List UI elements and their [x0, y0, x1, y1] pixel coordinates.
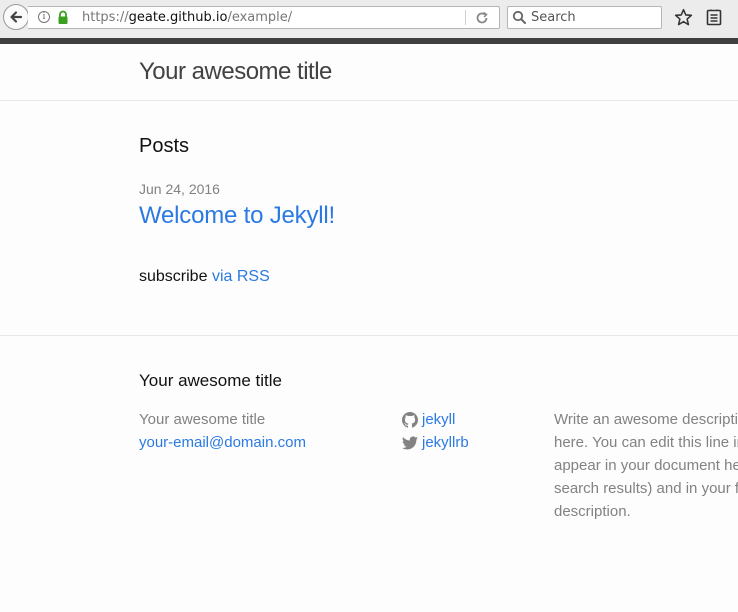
url-host: geate.github.io — [128, 10, 228, 25]
description-line: here. You can edit this line in — [554, 434, 738, 451]
rss-subscribe: subscribe via RSS — [139, 268, 270, 286]
url-path: /example/ — [227, 10, 293, 25]
search-input[interactable]: Search — [531, 10, 576, 25]
subscribe-text: subscribe — [139, 268, 208, 285]
address-bar[interactable]: i https://geate.github.io/example/ — [28, 6, 500, 29]
description-line: Write an awesome descriptio — [554, 411, 738, 428]
reload-icon[interactable] — [474, 10, 490, 26]
footer-email-link[interactable]: your-email@domain.com — [139, 431, 306, 454]
back-button[interactable] — [3, 4, 29, 30]
search-bar[interactable]: Search — [507, 6, 662, 29]
info-icon[interactable]: i — [38, 11, 50, 23]
github-icon — [402, 411, 418, 428]
footer-contact-column: Your awesome title your-email@domain.com — [139, 408, 306, 454]
url-scheme: https:// — [82, 10, 129, 25]
footer-site-name: Your awesome title — [139, 411, 266, 428]
footer-heading: Your awesome title — [139, 371, 283, 390]
search-icon — [512, 10, 526, 24]
twitter-icon — [402, 436, 418, 450]
rss-link[interactable]: via RSS — [212, 268, 270, 285]
github-row: jekyll — [402, 408, 469, 431]
description-line: description. — [554, 503, 631, 520]
post-date: Jun 24, 2016 — [139, 181, 220, 197]
site-footer: Your awesome title Your awesome title yo… — [0, 335, 738, 612]
twitter-row: jekyllrb — [402, 431, 469, 454]
posts-heading: Posts — [139, 135, 190, 157]
back-arrow-icon — [10, 11, 23, 23]
star-icon[interactable] — [674, 8, 693, 27]
site-header: Your awesome title — [0, 44, 738, 101]
url-text[interactable]: https://geate.github.io/example/ — [82, 10, 292, 25]
browser-toolbar: i https://geate.github.io/example/ Searc… — [0, 0, 738, 39]
footer-social-column: jekyll jekyllrb — [402, 408, 469, 454]
description-line: appear in your document hea — [554, 457, 738, 474]
twitter-link[interactable]: jekyllrb — [422, 431, 469, 454]
site-title[interactable]: Your awesome title — [139, 58, 332, 86]
footer-description: Write an awesome descriptio here. You ca… — [554, 408, 738, 523]
description-line: search results) and in your fe — [554, 480, 738, 497]
url-separator — [465, 10, 466, 25]
reading-list-icon[interactable] — [706, 9, 722, 26]
github-link[interactable]: jekyll — [422, 408, 455, 431]
post-title-link[interactable]: Welcome to Jekyll! — [139, 202, 335, 230]
lock-icon[interactable] — [57, 10, 69, 25]
